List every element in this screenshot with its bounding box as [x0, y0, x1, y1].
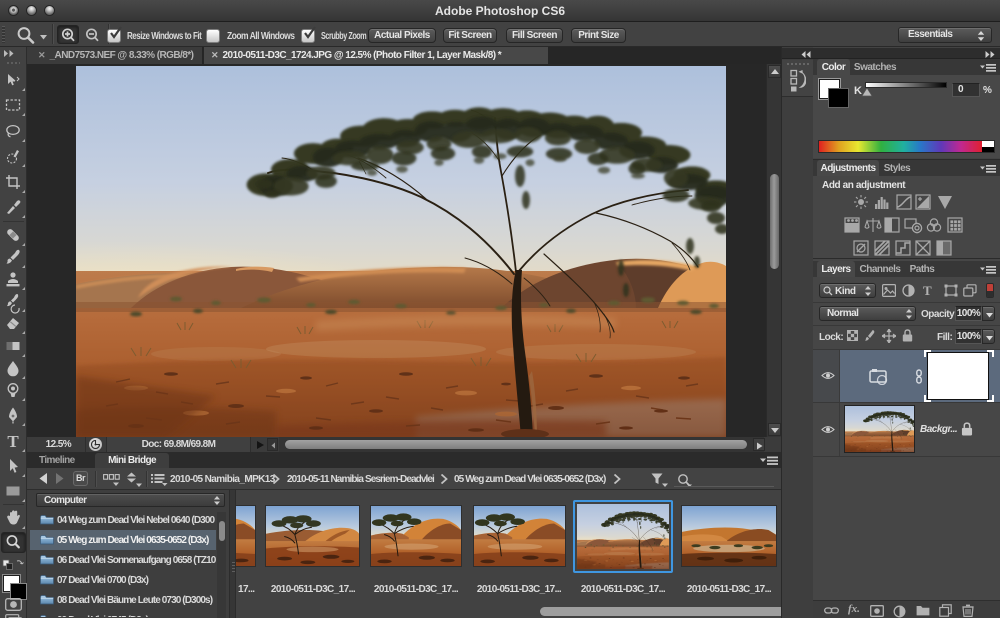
svg-text:T: T	[7, 432, 19, 451]
